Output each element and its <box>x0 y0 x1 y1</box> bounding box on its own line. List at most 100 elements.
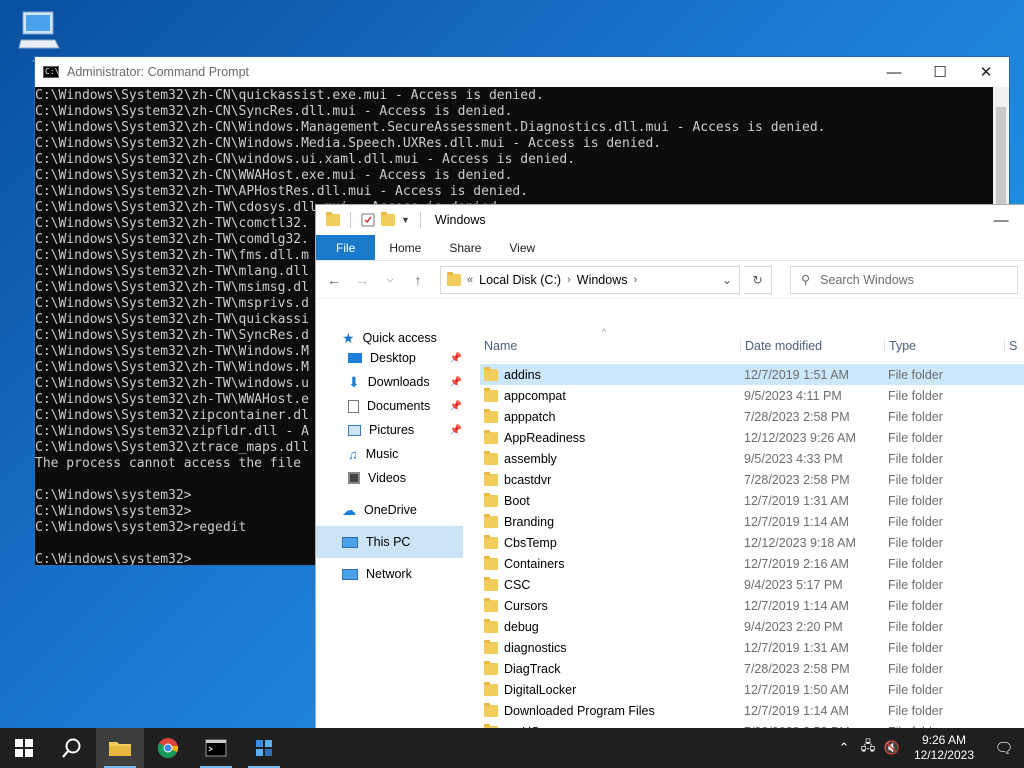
nav-label: Downloads <box>367 375 430 389</box>
volume-muted-icon[interactable]: 🔇 <box>880 740 904 756</box>
file-date: 12/7/2019 1:14 AM <box>744 598 849 613</box>
registry-icon <box>256 740 272 756</box>
nav-network[interactable]: Network <box>316 558 466 590</box>
up-button[interactable]: ↑ <box>406 268 430 292</box>
file-date: 7/28/2023 2:58 PM <box>744 661 850 676</box>
taskbar-registry-editor[interactable] <box>240 728 288 768</box>
cmd-line: C:\Windows\System32\zh-TW\APHostRes.dll.… <box>35 184 529 199</box>
file-name: Containers <box>504 556 565 571</box>
video-icon <box>348 472 360 484</box>
cmd-line: C:\Windows\System32\zh-CN\Windows.Manage… <box>35 120 826 135</box>
clock[interactable]: 9:26 AM 12/12/2023 <box>904 733 984 763</box>
search-input[interactable]: ⚲ Search Windows <box>790 265 1018 294</box>
properties-icon[interactable] <box>361 213 375 227</box>
file-row[interactable]: DigitalLocker 12/7/2019 1:50 AM File folde… <box>480 679 1024 700</box>
file-row[interactable]: diagnostics 12/7/2019 1:31 AM File folder <box>480 637 1024 658</box>
file-row[interactable]: Cursors 12/7/2019 1:14 AM File folder <box>480 595 1024 616</box>
nav-label: Pictures <box>369 423 415 437</box>
recent-locations-button[interactable]: ⌵ <box>378 268 402 292</box>
file-row[interactable]: debug 9/4/2023 2:20 PM File folder <box>480 616 1024 637</box>
nav-label: OneDrive <box>364 503 417 517</box>
notification-icon[interactable]: 🗨 <box>984 739 1024 757</box>
taskbar-command-prompt[interactable] <box>192 728 240 768</box>
refresh-button[interactable]: ↻ <box>744 265 772 294</box>
nav-item-videos[interactable]: Videos <box>316 466 466 490</box>
taskbar-file-explorer[interactable] <box>96 728 144 768</box>
file-type: File folder <box>888 556 943 571</box>
column-date-modified[interactable]: Date modified <box>740 338 884 353</box>
file-explorer-window[interactable]: ▼ Windows — File Home Share View ← → ⌵ ↑… <box>315 204 1024 768</box>
file-row[interactable]: Boot 12/7/2019 1:31 AM File folder <box>480 490 1024 511</box>
explorer-minimize-button[interactable]: — <box>978 205 1024 235</box>
file-row[interactable]: Branding 12/7/2019 1:14 AM File folder <box>480 511 1024 532</box>
breadcrumb-windows[interactable]: Windows <box>577 273 628 287</box>
file-row[interactable]: addins 12/7/2019 1:51 AM File folder <box>480 364 1024 385</box>
address-dropdown-button[interactable]: ⌄ <box>715 273 739 287</box>
column-headers: ^ Name Date modified Type S <box>480 327 1024 362</box>
search-placeholder: Search Windows <box>820 272 914 287</box>
sort-ascending-icon: ^ <box>602 326 607 337</box>
show-hidden-icons-button[interactable]: ⌃ <box>832 740 856 756</box>
nav-item-documents[interactable]: Documents 📌 <box>316 394 466 418</box>
cmd-close-button[interactable]: ✕ <box>963 57 1009 87</box>
column-name[interactable]: ^ Name <box>480 327 740 353</box>
cmd-maximize-button[interactable]: ☐ <box>917 57 963 87</box>
file-row[interactable]: apppatch 7/28/2023 2:58 PM File folder <box>480 406 1024 427</box>
network-icon[interactable]: 🖧 <box>856 737 880 759</box>
file-date: 12/7/2019 1:50 AM <box>744 682 849 697</box>
chevron-right-icon[interactable]: › <box>633 274 637 286</box>
file-row[interactable]: AppReadiness 12/12/2023 9:26 AM File folde… <box>480 427 1024 448</box>
navigation-bar: ← → ⌵ ↑ « Local Disk (C:) › Windows › ⌄ … <box>316 261 1024 299</box>
tab-share[interactable]: Share <box>435 235 495 260</box>
taskbar-chrome[interactable] <box>144 728 192 768</box>
file-row[interactable]: Containers 12/7/2019 2:16 AM File folder <box>480 553 1024 574</box>
file-row[interactable]: appcompat 9/5/2023 4:11 PM File folder <box>480 385 1024 406</box>
nav-item-music[interactable]: ♫ Music <box>316 442 466 466</box>
file-row[interactable]: DiagTrack 7/28/2023 2:58 PM File folder <box>480 658 1024 679</box>
nav-this-pc[interactable]: This PC <box>316 526 463 558</box>
cmd-titlebar[interactable]: C:\ Administrator: Command Prompt — ☐ ✕ <box>35 57 1009 87</box>
tab-file[interactable]: File <box>316 235 376 260</box>
customize-toolbar-icon[interactable]: ▼ <box>401 215 410 225</box>
breadcrumb-overflow[interactable]: « <box>467 274 473 286</box>
file-row[interactable]: bcastdvr 7/28/2023 2:58 PM File folder <box>480 469 1024 490</box>
tab-view[interactable]: View <box>495 235 549 260</box>
breadcrumb-local-disk[interactable]: Local Disk (C:) <box>479 273 561 287</box>
desktop-icon <box>348 353 362 363</box>
cmd-minimize-button[interactable]: — <box>871 57 917 87</box>
file-name: appcompat <box>504 388 566 403</box>
column-size[interactable]: S <box>1004 338 1024 353</box>
search-button[interactable] <box>48 728 96 768</box>
file-name: addins <box>504 367 541 382</box>
nav-onedrive[interactable]: ☁ OneDrive <box>316 494 466 526</box>
file-name: assembly <box>504 451 557 466</box>
new-folder-icon[interactable] <box>381 212 395 226</box>
cmd-line: C:\Windows\System32\zh-CN\windows.ui.xam… <box>35 152 576 167</box>
start-button[interactable] <box>0 728 48 768</box>
tab-home[interactable]: Home <box>375 235 435 260</box>
nav-label: Videos <box>368 471 406 485</box>
nav-item-desktop[interactable]: Desktop 📌 <box>316 346 466 370</box>
nav-item-downloads[interactable]: ⬇ Downloads 📌 <box>316 370 466 394</box>
cmd-line: C:\Windows\System32\zh-CN\WWAHost.exe.mu… <box>35 168 513 183</box>
column-type[interactable]: Type <box>884 338 1004 353</box>
file-type: File folder <box>888 598 943 613</box>
folder-icon <box>484 681 498 696</box>
folder-icon <box>484 576 498 591</box>
pin-icon: 📌 <box>449 376 462 388</box>
explorer-title: Windows <box>434 213 486 227</box>
nav-label: Desktop <box>370 351 416 365</box>
computer-icon <box>18 11 60 49</box>
file-row[interactable]: CSC 9/4/2023 5:17 PM File folder <box>480 574 1024 595</box>
file-row[interactable]: assembly 9/5/2023 4:33 PM File folder <box>480 448 1024 469</box>
back-button[interactable]: ← <box>322 268 346 292</box>
explorer-titlebar[interactable]: ▼ Windows — <box>316 205 1024 235</box>
file-row[interactable]: CbsTemp 12/12/2023 9:18 AM File folder <box>480 532 1024 553</box>
forward-button[interactable]: → <box>350 268 374 292</box>
folder-icon <box>484 618 498 633</box>
nav-item-pictures[interactable]: Pictures 📌 <box>316 418 466 442</box>
file-row[interactable]: Downloaded Program Files 12/7/2019 1:14 A… <box>480 700 1024 721</box>
folder-icon <box>484 492 498 507</box>
address-bar[interactable]: « Local Disk (C:) › Windows › ⌄ <box>440 265 740 294</box>
chevron-right-icon[interactable]: › <box>567 274 571 286</box>
